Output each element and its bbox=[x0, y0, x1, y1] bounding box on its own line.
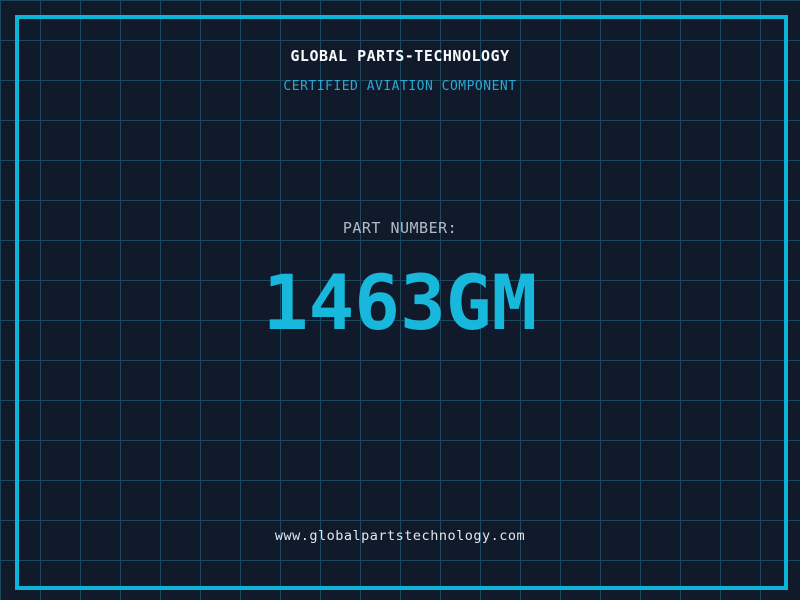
certification-subtitle: CERTIFIED AVIATION COMPONENT bbox=[283, 79, 517, 94]
part-number-value: 1463GM bbox=[262, 258, 538, 347]
company-title: GLOBAL PARTS-TECHNOLOGY bbox=[290, 47, 510, 65]
website-url: www.globalpartstechnology.com bbox=[274, 528, 526, 544]
blueprint-page: GLOBAL PARTS-TECHNOLOGY CERTIFIED AVIATI… bbox=[0, 0, 800, 600]
part-number-label: PART NUMBER: bbox=[342, 219, 458, 237]
